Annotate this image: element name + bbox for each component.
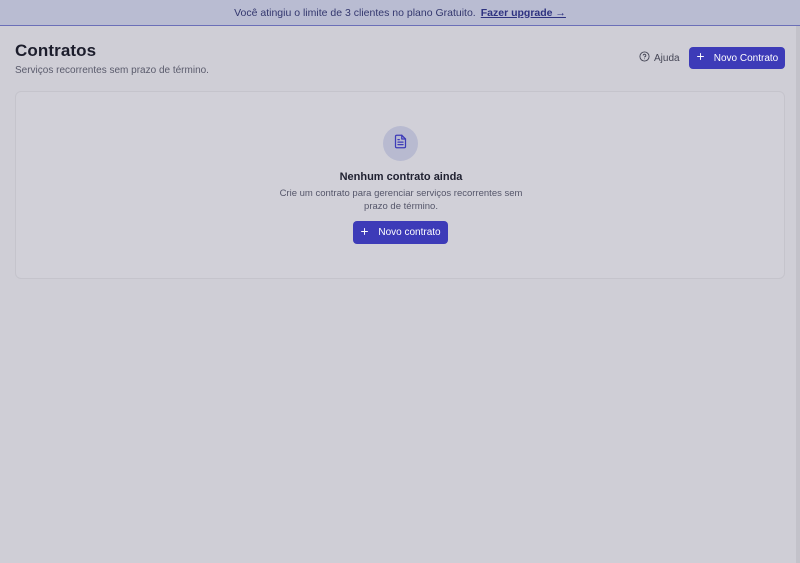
page-title: Contratos bbox=[15, 41, 97, 60]
new-contract-label: Novo Contrato bbox=[713, 52, 779, 64]
help-circle-icon bbox=[639, 51, 650, 65]
upgrade-link[interactable]: Fazer upgrade → bbox=[481, 7, 566, 19]
empty-state-icon-circle bbox=[383, 126, 418, 161]
empty-state-description: Crie um contrato para gerenciar serviços… bbox=[279, 188, 523, 212]
file-text-icon bbox=[393, 134, 408, 154]
empty-state-card: Nenhum contrato ainda Crie um contrato p… bbox=[15, 91, 785, 279]
plus-icon bbox=[360, 227, 369, 239]
page-subtitle: Serviços recorrentes sem prazo de términ… bbox=[15, 65, 209, 76]
page-header: Contratos Serviços recorrentes sem prazo… bbox=[15, 41, 209, 76]
upgrade-banner: Você atingiu o limite de 3 clientes no p… bbox=[0, 0, 800, 26]
plus-icon bbox=[696, 52, 705, 64]
scrollbar[interactable] bbox=[796, 26, 800, 563]
banner-message: Você atingiu o limite de 3 clientes no p… bbox=[234, 6, 476, 19]
empty-state-title: Nenhum contrato ainda bbox=[339, 171, 463, 183]
empty-state-button-label: Novo contrato bbox=[378, 227, 441, 238]
empty-state-new-contract-button[interactable]: Novo contrato bbox=[353, 221, 448, 244]
new-contract-button[interactable]: Novo Contrato bbox=[689, 47, 785, 69]
help-label: Ajuda bbox=[654, 52, 680, 64]
help-button[interactable]: Ajuda bbox=[639, 50, 680, 66]
